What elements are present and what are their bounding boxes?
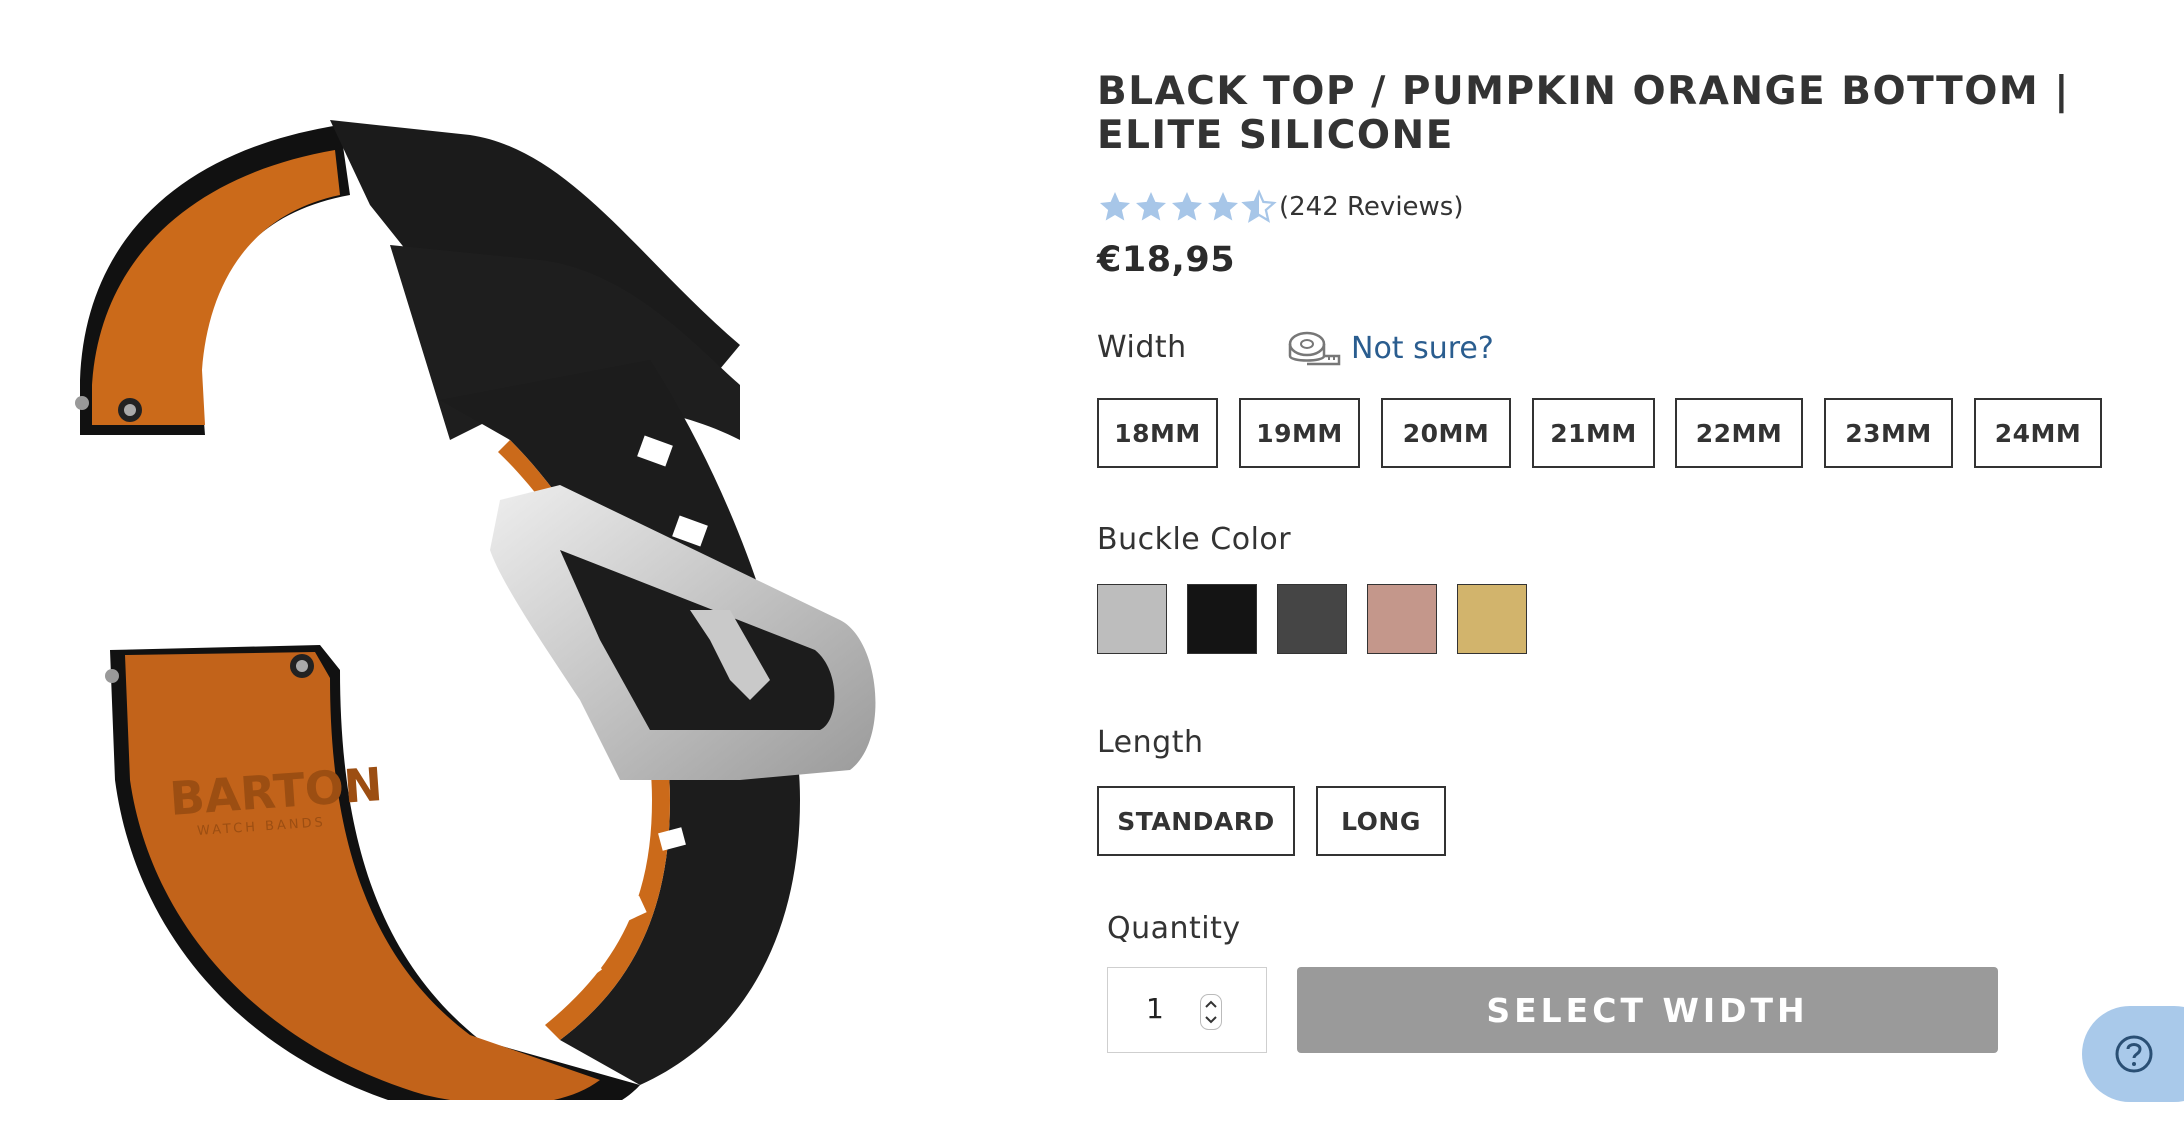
- buckle-swatch-gold[interactable]: [1457, 584, 1527, 654]
- quantity-stepper[interactable]: 1: [1107, 967, 1267, 1053]
- help-widget-button[interactable]: [2082, 1006, 2184, 1102]
- quantity-label: Quantity: [1107, 911, 1241, 946]
- product-price: €18,95: [1097, 240, 1236, 280]
- width-option-19mm[interactable]: 19MM: [1239, 398, 1360, 468]
- star-icon: [1208, 192, 1238, 221]
- length-option-long[interactable]: LONG: [1316, 786, 1446, 856]
- quantity-value[interactable]: 1: [1146, 992, 1164, 1025]
- star-icon: [1100, 192, 1130, 221]
- star-icon: [1136, 192, 1166, 221]
- width-option-21mm[interactable]: 21MM: [1532, 398, 1655, 468]
- star-icon: [1172, 192, 1202, 221]
- product-info: BLACK TOP / PUMPKIN ORANGE BOTTOM | ELIT…: [1097, 0, 2184, 1122]
- width-option-24mm[interactable]: 24MM: [1974, 398, 2102, 468]
- width-label: Width: [1097, 330, 1187, 365]
- product-image: BARTON WATCH BANDS: [40, 80, 1040, 1122]
- star-half-icon: [1241, 189, 1277, 223]
- width-help-link[interactable]: Not sure?: [1287, 328, 1494, 368]
- buckle-swatch-gunmetal[interactable]: [1277, 584, 1347, 654]
- width-option-18mm[interactable]: 18MM: [1097, 398, 1218, 468]
- length-label: Length: [1097, 725, 1204, 760]
- buckle-swatch-silver[interactable]: [1097, 584, 1167, 654]
- length-option-standard[interactable]: STANDARD: [1097, 786, 1295, 856]
- width-help-label: Not sure?: [1351, 330, 1494, 366]
- width-option-23mm[interactable]: 23MM: [1824, 398, 1953, 468]
- select-width-button[interactable]: SELECT WIDTH: [1297, 967, 1998, 1053]
- buckle-swatch-black[interactable]: [1187, 584, 1257, 654]
- product-title: BLACK TOP / PUMPKIN ORANGE BOTTOM | ELIT…: [1097, 69, 2071, 158]
- width-option-22mm[interactable]: 22MM: [1675, 398, 1803, 468]
- buckle-color-label: Buckle Color: [1097, 522, 1292, 557]
- quantity-spinner-icon[interactable]: [1200, 994, 1222, 1030]
- rating[interactable]: (242 Reviews): [1097, 189, 1464, 225]
- rating-stars: [1097, 189, 1277, 225]
- width-option-20mm[interactable]: 20MM: [1381, 398, 1511, 468]
- watch-band-image: BARTON WATCH BANDS: [75, 120, 876, 1122]
- review-count[interactable]: (242 Reviews): [1279, 192, 1464, 222]
- question-icon: [2115, 1035, 2153, 1073]
- buckle-swatch-rose-gold[interactable]: [1367, 584, 1437, 654]
- measuring-tape-icon: [1288, 331, 1341, 366]
